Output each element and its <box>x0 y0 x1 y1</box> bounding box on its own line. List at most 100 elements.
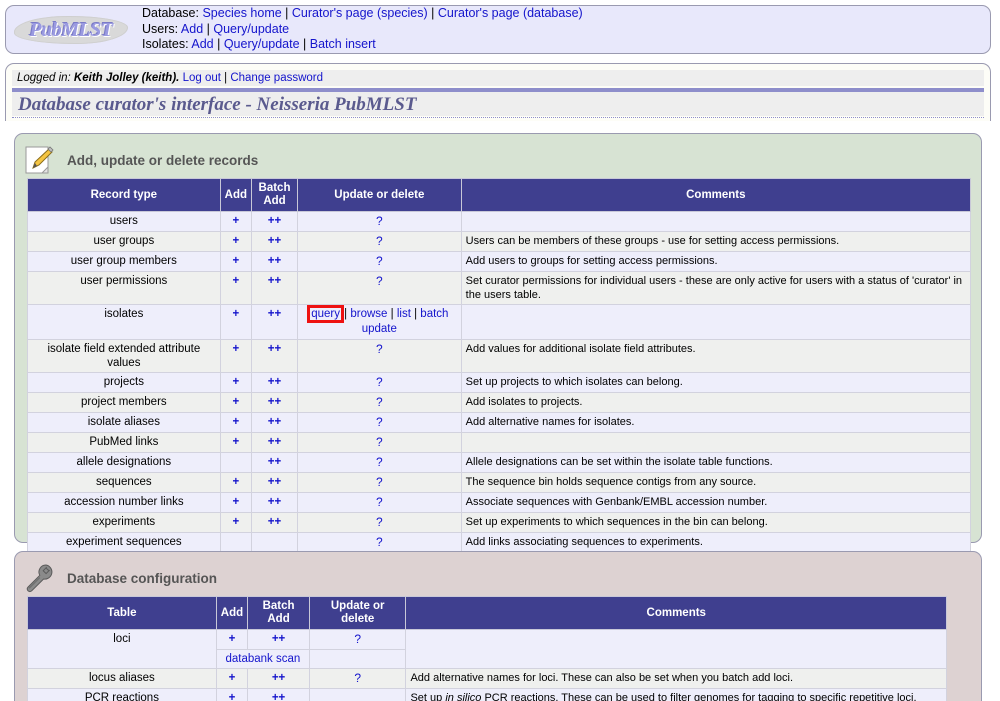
batch-add-link[interactable]: ++ <box>268 275 281 287</box>
add-cell[interactable]: + <box>219 492 253 513</box>
add-cell[interactable]: + <box>219 512 253 533</box>
batch-add-link[interactable]: ++ <box>268 255 281 267</box>
add-cell[interactable]: + <box>219 211 253 232</box>
update-link-query[interactable]: query <box>307 305 344 323</box>
add-link[interactable]: + <box>232 215 239 227</box>
pubmlst-logo[interactable]: PubMLST <box>12 11 130 49</box>
cfg-batch-add-cell[interactable]: ++ <box>247 668 310 689</box>
update-delete-link[interactable]: ? <box>376 455 383 469</box>
cfg-add-link[interactable]: + <box>229 672 236 684</box>
batch-add-cell[interactable]: ++ <box>251 211 298 232</box>
batch-add-cell[interactable]: ++ <box>251 512 298 533</box>
update-delete-link[interactable]: ? <box>376 395 383 409</box>
batch-add-link[interactable]: ++ <box>268 496 281 508</box>
cfg-update-delete-link[interactable]: ? <box>354 671 361 685</box>
cfg-add-link[interactable]: + <box>229 633 236 645</box>
batch-add-cell[interactable]: ++ <box>251 412 298 433</box>
add-link[interactable]: + <box>232 376 239 388</box>
update-delete-link[interactable]: ? <box>376 435 383 449</box>
batch-add-cell[interactable]: ++ <box>251 339 298 373</box>
config-section-header: Database configuration <box>23 558 217 598</box>
change-password-link[interactable]: Change password <box>230 72 323 84</box>
batch-add-cell[interactable]: ++ <box>251 392 298 413</box>
add-cell[interactable]: + <box>219 271 253 305</box>
link-curators-page-species[interactable]: Curator's page (species) <box>292 6 428 20</box>
cfg-add-link[interactable]: + <box>229 692 236 701</box>
add-link[interactable]: + <box>232 496 239 508</box>
batch-add-cell[interactable]: ++ <box>251 432 298 453</box>
update-delete-link[interactable]: ? <box>376 214 383 228</box>
add-link[interactable]: + <box>232 476 239 488</box>
batch-add-cell[interactable]: ++ <box>251 452 298 473</box>
update-delete-link[interactable]: ? <box>376 375 383 389</box>
add-link[interactable]: + <box>232 416 239 428</box>
batch-add-cell[interactable]: ++ <box>251 304 298 340</box>
add-cell[interactable]: + <box>219 231 253 252</box>
update-delete-link[interactable]: ? <box>376 515 383 529</box>
cfg-update-or-delete-cell[interactable]: ? <box>308 668 407 689</box>
add-cell[interactable]: + <box>219 339 253 373</box>
add-link[interactable]: + <box>232 275 239 287</box>
add-link[interactable]: + <box>232 235 239 247</box>
batch-add-link[interactable]: ++ <box>268 416 281 428</box>
update-link-list[interactable]: list <box>397 308 411 320</box>
cfg-batch-add-link[interactable]: ++ <box>272 672 285 684</box>
batch-add-link[interactable]: ++ <box>268 516 281 528</box>
update-delete-link[interactable]: ? <box>376 495 383 509</box>
batch-add-link[interactable]: ++ <box>268 343 281 355</box>
batch-add-cell[interactable]: ++ <box>251 492 298 513</box>
cfg-batch-add-link[interactable]: ++ <box>272 692 285 701</box>
update-delete-link[interactable]: ? <box>376 415 383 429</box>
update-delete-link[interactable]: ? <box>376 274 383 288</box>
add-cell[interactable]: + <box>219 304 253 340</box>
link-isolates-add[interactable]: Add <box>191 37 213 51</box>
add-cell[interactable]: + <box>219 392 253 413</box>
add-link[interactable]: + <box>232 436 239 448</box>
add-cell[interactable]: + <box>219 372 253 393</box>
batch-add-link[interactable]: ++ <box>268 308 281 320</box>
add-cell[interactable]: + <box>219 472 253 493</box>
cfg-add-cell[interactable]: + <box>215 688 249 701</box>
add-link[interactable]: + <box>232 308 239 320</box>
update-delete-link[interactable]: ? <box>376 254 383 268</box>
databank-scan-link[interactable]: databank scan <box>225 653 300 665</box>
batch-add-cell[interactable]: ++ <box>251 472 298 493</box>
cfg-update-delete-link[interactable]: ? <box>354 632 361 646</box>
batch-add-link[interactable]: ++ <box>268 436 281 448</box>
batch-add-link[interactable]: ++ <box>268 456 281 468</box>
batch-add-link[interactable]: ++ <box>268 396 281 408</box>
add-link[interactable]: + <box>232 516 239 528</box>
batch-add-cell[interactable]: ++ <box>251 251 298 272</box>
batch-add-cell[interactable]: ++ <box>251 231 298 252</box>
update-delete-link[interactable]: ? <box>376 342 383 356</box>
cfg-update-or-delete-cell[interactable]: ? <box>308 629 407 650</box>
add-cell[interactable]: + <box>219 412 253 433</box>
add-link[interactable]: + <box>232 255 239 267</box>
link-users-add[interactable]: Add <box>181 22 203 36</box>
batch-add-cell[interactable]: ++ <box>251 271 298 305</box>
add-link[interactable]: + <box>232 396 239 408</box>
batch-add-link[interactable]: ++ <box>268 235 281 247</box>
batch-add-cell[interactable]: ++ <box>251 372 298 393</box>
link-users-query-update[interactable]: Query/update <box>213 22 289 36</box>
link-isolates-query-update[interactable]: Query/update <box>224 37 300 51</box>
add-cell[interactable]: + <box>219 251 253 272</box>
batch-add-link[interactable]: ++ <box>268 476 281 488</box>
link-isolates-batch-insert[interactable]: Batch insert <box>310 37 376 51</box>
batch-add-link[interactable]: ++ <box>268 215 281 227</box>
link-curators-page-database[interactable]: Curator's page (database) <box>438 6 583 20</box>
logout-link[interactable]: Log out <box>183 72 221 84</box>
cfg-add-cell[interactable]: + <box>215 668 249 689</box>
cfg-batch-add-cell[interactable]: ++ <box>247 629 310 650</box>
update-delete-link[interactable]: ? <box>376 475 383 489</box>
update-delete-link[interactable]: ? <box>376 234 383 248</box>
cfg-batch-add-link[interactable]: ++ <box>272 633 285 645</box>
update-link-browse[interactable]: browse <box>350 308 387 320</box>
update-delete-link[interactable]: ? <box>376 535 383 549</box>
link-species-home[interactable]: Species home <box>202 6 281 20</box>
cfg-batch-add-cell[interactable]: ++ <box>247 688 310 701</box>
batch-add-link[interactable]: ++ <box>268 376 281 388</box>
add-cell[interactable]: + <box>219 432 253 453</box>
cfg-add-cell[interactable]: + <box>215 629 249 650</box>
add-link[interactable]: + <box>232 343 239 355</box>
